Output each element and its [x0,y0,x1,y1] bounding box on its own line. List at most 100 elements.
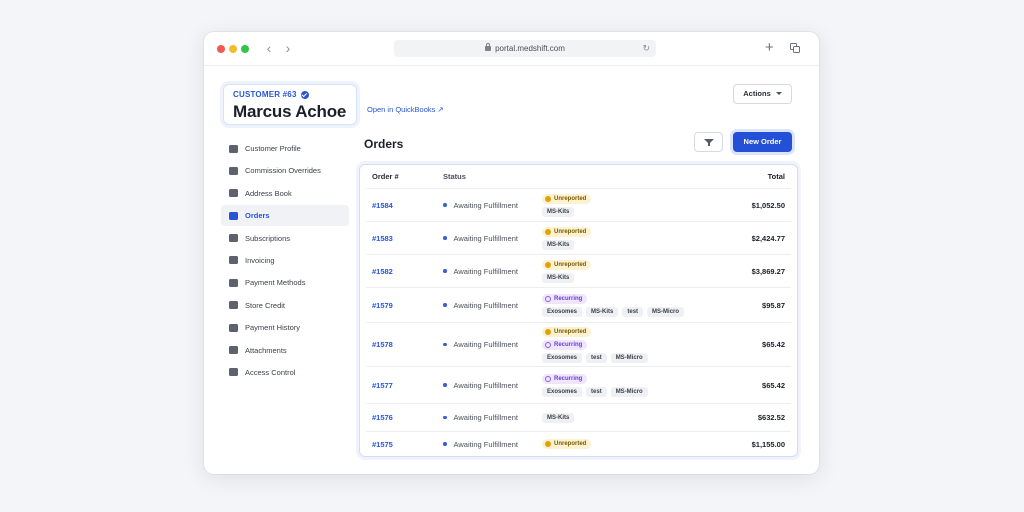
order-number-link[interactable]: #1576 [372,413,393,422]
table-row[interactable]: #1576 Awaiting Fulfillment MS-Kits $632.52 [366,404,791,432]
sidebar-item-access-control[interactable]: Access Control [221,362,349,383]
tag-chip: MS-Micro [610,386,648,397]
user-lock-icon [229,368,238,377]
order-number-link[interactable]: #1579 [372,301,393,310]
verified-check-icon [300,90,309,99]
order-status: Awaiting Fulfillment [443,234,542,243]
url-text: portal.medshift.com [495,44,565,53]
close-window-button[interactable] [217,45,225,53]
sliders-icon [229,166,238,175]
sidebar-item-orders[interactable]: Orders [221,205,349,227]
order-number-link[interactable]: #1583 [372,234,393,243]
wallet-icon [229,301,238,310]
tabs-overview-icon[interactable] [790,43,800,53]
tag-chip: MS-Micro [610,352,648,363]
badge-label: Recurring [554,295,583,302]
badge-label: Unreported [554,441,587,447]
order-number-link[interactable]: #1577 [372,381,393,390]
recurring-icon [545,295,551,302]
sidebar-item-store-credit[interactable]: Store Credit [221,295,349,316]
tag-chip: MS-Micro [647,306,685,317]
history-icon [229,323,238,332]
order-status: Awaiting Fulfillment [443,413,542,422]
tag-chip: MS-Kits [586,306,619,317]
table-row[interactable]: #1577 Awaiting Fulfillment Recurring Exosom… [366,367,791,404]
sidebar-item-payment-methods[interactable]: Payment Methods [221,272,349,293]
tag-chip: MS-Kits [542,239,575,250]
new-tab-icon[interactable]: + [765,40,774,56]
order-total: $95.87 [762,300,785,310]
credit-card-icon [229,278,238,287]
status-text: Awaiting Fulfillment [453,200,518,210]
paperclip-icon [229,346,238,355]
tag-chip: MS-Kits [542,206,575,217]
warning-icon [545,441,551,447]
table-row[interactable]: #1582 Awaiting Fulfillment Unreported MS-Ki… [366,255,791,288]
sidebar-item-commission-overrides[interactable]: Commission Overrides [221,160,349,181]
recurring-icon [545,375,551,382]
sidebar-item-label: Address Book [245,188,292,198]
unreported-badge: Unreported [542,226,592,237]
order-status: Awaiting Fulfillment [443,301,542,310]
recurring-badge: Recurring [542,293,588,304]
warning-icon [545,261,551,268]
maximize-window-button[interactable] [241,45,249,53]
sidebar-item-label: Invoicing [245,255,275,265]
column-header-order[interactable]: Order # [366,172,443,181]
back-arrow-icon[interactable]: ‹ [262,39,276,57]
order-total: $3,869.27 [751,266,785,276]
reload-icon[interactable]: ↻ [642,40,650,57]
sidebar-item-address-book[interactable]: Address Book [221,183,349,204]
new-order-button[interactable]: New Order [733,132,792,152]
column-header-status[interactable]: Status [443,172,542,181]
order-total: $1,052.50 [751,200,785,210]
sidebar-item-subscriptions[interactable]: Subscriptions [221,228,349,249]
open-quickbooks-link[interactable]: Open in QuickBooks ↗ [367,105,444,114]
address-bar[interactable]: portal.medshift.com ↻ [394,40,656,57]
actions-label: Actions [743,89,771,98]
order-total: $1,155.00 [751,439,785,449]
sidebar-item-label: Store Credit [245,300,286,310]
sidebar-item-label: Access Control [245,367,296,377]
orders-table: Order # Status Total #1584 Awaiting Fulfi… [359,164,798,457]
order-total: $2,424.77 [751,233,785,243]
order-number-link[interactable]: #1575 [372,440,393,449]
actions-dropdown-button[interactable]: Actions [733,84,792,104]
document-icon [229,256,238,265]
table-row[interactable]: #1578 Awaiting Fulfillment Unreported Recur… [366,323,791,367]
badge-label: Unreported [554,328,587,335]
badge-label: Recurring [554,375,583,382]
sidebar-item-attachments[interactable]: Attachments [221,340,349,361]
filter-button[interactable] [694,132,723,152]
sidebar-item-label: Attachments [245,345,287,355]
order-status: Awaiting Fulfillment [443,267,542,276]
table-row[interactable]: #1575 Awaiting Fulfillment Unreported $1,15… [366,432,791,456]
table-row[interactable]: #1583 Awaiting Fulfillment Unreported MS-Ki… [366,222,791,255]
sidebar-item-customer-profile[interactable]: Customer Profile [221,138,349,159]
status-dot-icon [443,236,447,240]
forward-arrow-icon[interactable]: › [281,39,295,57]
warning-icon [545,228,551,235]
sidebar-item-label: Orders [245,211,270,221]
table-row[interactable]: #1584 Awaiting Fulfillment Unreported MS-Ki… [366,189,791,222]
sidebar-item-invoicing[interactable]: Invoicing [221,250,349,271]
status-dot-icon [443,342,447,347]
unreported-badge: Unreported [542,326,592,337]
recurring-icon [545,341,551,348]
order-number-link[interactable]: #1584 [372,201,393,210]
unreported-badge: Unreported [542,193,592,204]
minimize-window-button[interactable] [229,45,237,53]
column-header-total[interactable]: Total [711,172,791,181]
sidebar-item-payment-history[interactable]: Payment History [221,317,349,338]
tag-chip: Exosomes [542,352,583,363]
badge-label: Recurring [554,341,583,348]
status-text: Awaiting Fulfillment [453,233,518,243]
status-text: Awaiting Fulfillment [453,413,518,422]
table-header: Order # Status Total [366,165,791,189]
order-number-link[interactable]: #1582 [372,267,393,276]
order-total: $65.42 [762,340,785,349]
sidebar-item-label: Payment Methods [245,278,306,288]
table-row[interactable]: #1579 Awaiting Fulfillment Recurring Exosom… [366,288,791,323]
order-number-link[interactable]: #1578 [372,340,393,349]
sidebar-item-label: Payment History [245,323,301,333]
